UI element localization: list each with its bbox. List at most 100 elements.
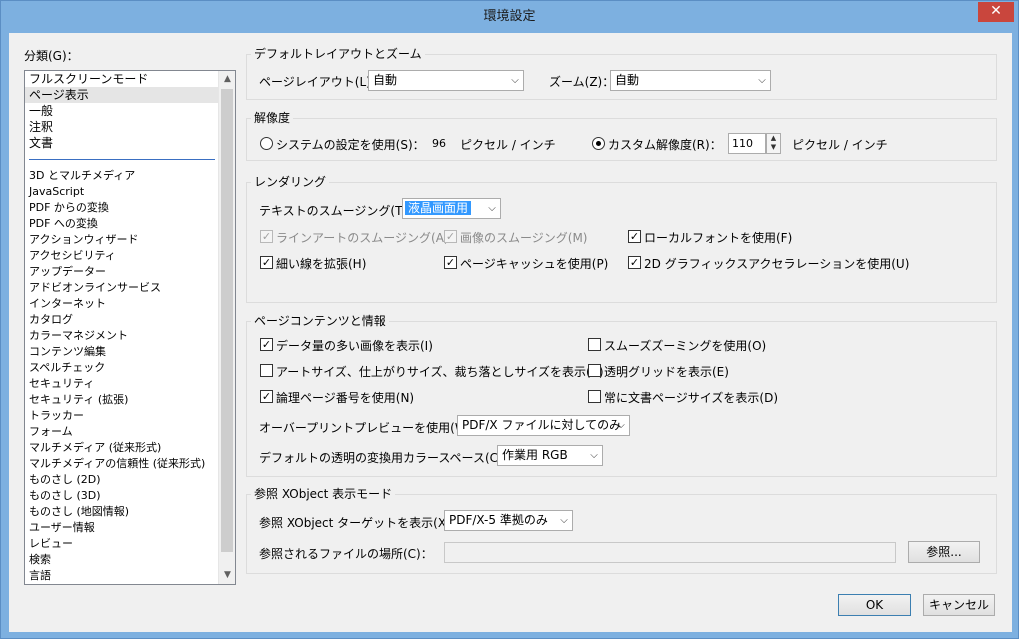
list-item[interactable]: JavaScript <box>25 184 235 200</box>
list-separator <box>29 159 215 160</box>
system-resolution-value: 96 <box>432 137 446 150</box>
file-location-label: 参照されるファイルの場所(C)： <box>259 547 433 561</box>
list-item[interactable]: セキュリティ <box>25 376 235 392</box>
browse-button[interactable]: 参照... <box>908 541 980 563</box>
list-item[interactable]: PDF からの変換 <box>25 200 235 216</box>
list-item[interactable]: コンテンツ編集 <box>25 344 235 360</box>
list-item[interactable]: フルスクリーンモード <box>25 71 235 87</box>
custom-resolution-label: カスタム解像度(R)： <box>608 138 722 152</box>
list-item[interactable]: アップデーター <box>25 264 235 280</box>
list-item[interactable]: ページ表示 <box>25 87 235 103</box>
list-item[interactable]: スペルチェック <box>25 360 235 376</box>
overprint-select[interactable]: PDF/X ファイルに対してのみ ⌵ <box>457 415 630 436</box>
text-smoothing-select[interactable]: 液晶画面用 ⌵ <box>402 198 501 219</box>
list-item[interactable]: アクセシビリティ <box>25 248 235 264</box>
page-cache-checkbox[interactable]: ✓ <box>444 256 457 269</box>
list-item[interactable]: マルチメディア (従来形式) <box>25 440 235 456</box>
page-layout-select[interactable]: 自動 ⌵ <box>368 70 524 91</box>
thin-lines-checkbox[interactable]: ✓ <box>260 256 273 269</box>
chevron-down-icon: ⌵ <box>488 203 496 214</box>
list-item[interactable]: カラーマネジメント <box>25 328 235 344</box>
system-resolution-unit: ピクセル / インチ <box>460 138 556 152</box>
graphics-accel-checkbox[interactable]: ✓ <box>628 256 641 269</box>
layout-zoom-title: デフォルトレイアウトとズーム <box>251 45 425 62</box>
list-item[interactable]: ユーザー情報 <box>25 520 235 536</box>
categories-label: 分類(G)： <box>24 49 79 63</box>
image-smoothing-checkbox[interactable]: ✓ <box>444 230 457 243</box>
list-item[interactable]: マルチメディアの信頼性 (従来形式) <box>25 456 235 472</box>
list-item[interactable]: トラッカー <box>25 408 235 424</box>
custom-resolution-input[interactable]: 110 <box>728 133 766 154</box>
categories-list[interactable]: フルスクリーンモード ページ表示 一般 注釈 文書 3D とマルチメディア JavaScr… <box>24 70 236 585</box>
list-item[interactable]: セキュリティ (拡張) <box>25 392 235 408</box>
xobject-target-label: 参照 XObject ターゲットを表示(X)： <box>259 516 463 530</box>
ok-button[interactable]: OK <box>838 594 911 616</box>
xobject-title: 参照 XObject 表示モード <box>251 485 396 502</box>
scroll-up-icon[interactable]: ▲ <box>219 71 235 88</box>
dialog-client: 分類(G)： フルスクリーンモード ページ表示 一般 注釈 文書 3D とマルチメディア… <box>9 33 1012 632</box>
file-location-field[interactable] <box>444 542 896 563</box>
list-item[interactable]: ものさし (地図情報) <box>25 504 235 520</box>
list-item[interactable]: インターネット <box>25 296 235 312</box>
chevron-down-icon: ⌵ <box>617 420 625 431</box>
resolution-stepper[interactable]: ▲ ▼ <box>766 133 781 154</box>
list-item[interactable]: 注釈 <box>25 119 235 135</box>
spin-down-icon[interactable]: ▼ <box>767 143 780 152</box>
custom-resolution-radio[interactable] <box>592 137 605 150</box>
image-smoothing-label: 画像のスムージング(M) <box>460 231 588 245</box>
text-smoothing-label: テキストのスムージング(T)： <box>259 204 420 218</box>
scroll-thumb[interactable] <box>221 89 233 552</box>
page-layout-label: ページレイアウト(L)： <box>259 75 383 89</box>
list-item[interactable]: 言語 <box>25 568 235 584</box>
categories-scrollbar[interactable]: ▲ ▼ <box>218 71 235 584</box>
list-item[interactable]: PDF への変換 <box>25 216 235 232</box>
close-button[interactable]: ✕ <box>978 2 1014 22</box>
list-item[interactable]: 文書 <box>25 135 235 151</box>
list-item[interactable]: アドビオンラインサービス <box>25 280 235 296</box>
rendering-title: レンダリング <box>251 173 330 190</box>
page-cache-label: ページキャッシュを使用(P) <box>460 257 609 271</box>
page-content-title: ページコンテンツと情報 <box>251 312 389 329</box>
lineart-smoothing-label: ラインアートのスムージング(A) <box>276 231 449 245</box>
system-resolution-label: システムの設定を使用(S)： <box>276 138 425 152</box>
resolution-title: 解像度 <box>251 109 294 126</box>
zoom-label: ズーム(Z)： <box>549 75 615 89</box>
system-resolution-radio[interactable] <box>260 137 273 150</box>
list-item[interactable]: 3D とマルチメディア <box>25 168 235 184</box>
lineart-smoothing-checkbox[interactable]: ✓ <box>260 230 273 243</box>
list-item[interactable]: カタログ <box>25 312 235 328</box>
transparency-grid-label: 透明グリッドを表示(E) <box>604 365 729 379</box>
chevron-down-icon: ⌵ <box>758 75 766 86</box>
list-item[interactable]: フォーム <box>25 424 235 440</box>
scroll-down-icon[interactable]: ▼ <box>219 567 235 584</box>
blend-space-select[interactable]: 作業用 RGB ⌵ <box>497 445 603 466</box>
local-font-label: ローカルフォントを使用(F) <box>644 231 793 245</box>
spin-up-icon[interactable]: ▲ <box>767 134 780 143</box>
list-item[interactable]: 一般 <box>25 103 235 119</box>
graphics-accel-label: 2D グラフィックスアクセラレーションを使用(U) <box>644 257 910 271</box>
smooth-zoom-checkbox[interactable] <box>588 338 601 351</box>
cancel-button[interactable]: キャンセル <box>923 594 995 616</box>
preferences-window: 環境設定 ✕ 分類(G)： フルスクリーンモード ページ表示 一般 注釈 文書 3D と… <box>0 0 1019 639</box>
list-item[interactable]: 検索 <box>25 552 235 568</box>
list-item[interactable]: アクションウィザード <box>25 232 235 248</box>
transparency-grid-checkbox[interactable] <box>588 364 601 377</box>
thin-lines-label: 細い線を拡張(H) <box>276 257 367 271</box>
custom-resolution-unit: ピクセル / インチ <box>792 138 888 152</box>
list-item[interactable]: レビュー <box>25 536 235 552</box>
large-images-label: データ量の多い画像を表示(I) <box>276 339 433 353</box>
local-font-checkbox[interactable]: ✓ <box>628 230 641 243</box>
chevron-down-icon: ⌵ <box>511 75 519 86</box>
xobject-target-select[interactable]: PDF/X-5 準拠のみ ⌵ <box>444 510 573 531</box>
art-sizes-label: アートサイズ、仕上がりサイズ、裁ち落としサイズを表示(B) <box>276 365 604 379</box>
art-sizes-checkbox[interactable] <box>260 364 273 377</box>
zoom-select[interactable]: 自動 ⌵ <box>610 70 771 91</box>
large-images-checkbox[interactable]: ✓ <box>260 338 273 351</box>
logical-page-checkbox[interactable]: ✓ <box>260 390 273 403</box>
list-item[interactable]: ものさし (3D) <box>25 488 235 504</box>
logical-page-label: 論理ページ番号を使用(N) <box>276 391 415 405</box>
always-doc-size-label: 常に文書ページサイズを表示(D) <box>604 391 779 405</box>
list-item[interactable]: ものさし (2D) <box>25 472 235 488</box>
always-doc-size-checkbox[interactable] <box>588 390 601 403</box>
window-title: 環境設定 <box>483 9 536 24</box>
